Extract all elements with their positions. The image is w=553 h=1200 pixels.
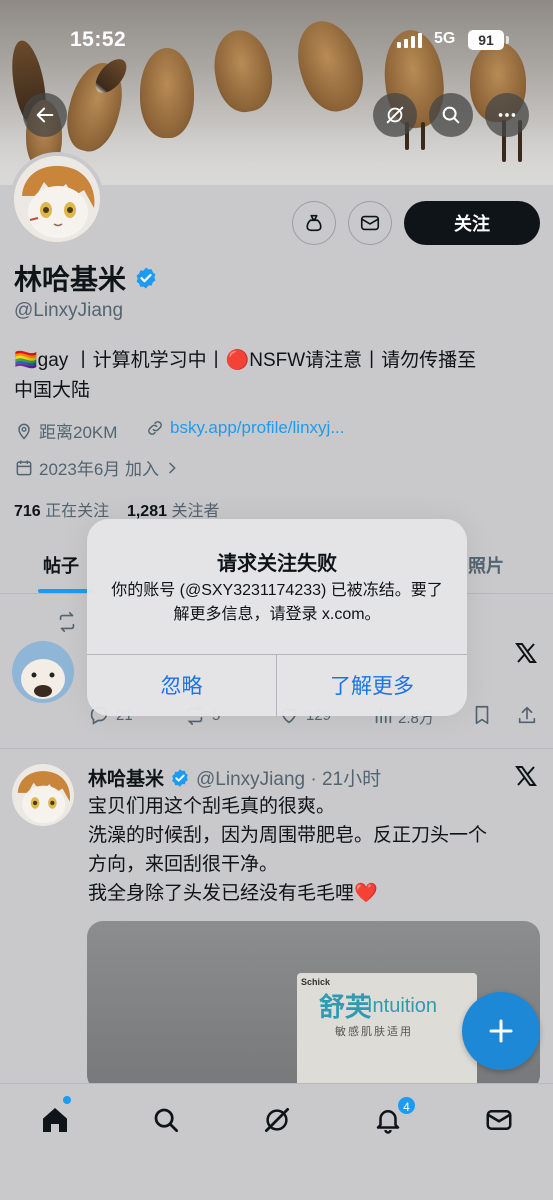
nav-grok[interactable] xyxy=(259,1102,295,1138)
follow-failed-alert: 请求关注失败 你的账号 (@SXY3231174233) 已被冻结。要了解更多信… xyxy=(87,519,467,716)
tweet-text: 宝贝们用这个刮毛真的很爽。 洗澡的时候刮，因为周围带肥皂。反正刀头一个 方向，来… xyxy=(88,792,538,908)
link-icon xyxy=(148,421,162,435)
share-icon[interactable] xyxy=(516,704,538,726)
network-type: 5G xyxy=(434,30,456,47)
search-button[interactable] xyxy=(429,93,473,137)
signal-icon xyxy=(397,32,422,48)
home-unread-dot xyxy=(63,1096,71,1104)
grok-icon xyxy=(386,106,404,124)
location: 距离20KM xyxy=(14,418,117,443)
tweet-line: 方向，来回刮很干净。 xyxy=(88,854,279,875)
more-dots-icon xyxy=(498,113,516,117)
profile-avatar[interactable] xyxy=(10,152,104,246)
tab-photos[interactable]: 照片 xyxy=(468,552,504,578)
package-brand-small: Schick xyxy=(301,977,331,987)
money-bag-icon xyxy=(306,214,322,232)
plus-icon xyxy=(489,1019,513,1043)
join-date[interactable]: 2023年6月 加入 xyxy=(14,455,180,480)
profile-bio: 🏳️‍🌈gay 丨计算机学习中丨🔴NSFW请注意丨请勿传播至 中国大陆 xyxy=(14,346,539,406)
product-package: Schick 舒芙 Intuition 敏感肌肤适用 xyxy=(297,973,477,1091)
message-button[interactable] xyxy=(348,201,392,245)
nav-home[interactable] xyxy=(37,1102,73,1138)
tweet-line: 宝贝们用这个刮毛真的很爽。 xyxy=(88,796,336,817)
tab-posts[interactable]: 帖子 xyxy=(43,552,79,578)
location-pin-icon xyxy=(18,423,30,440)
home-icon xyxy=(43,1108,67,1132)
bio-line: 🏳️‍🌈gay 丨计算机学习中丨🔴NSFW请注意丨请勿传播至 xyxy=(14,350,477,371)
calendar-icon xyxy=(16,460,32,475)
profile-handle: @LinxyJiang xyxy=(14,300,124,321)
status-bar: 15:52 5G 91 xyxy=(0,28,553,56)
active-tab-indicator xyxy=(38,589,94,593)
chevron-right-icon xyxy=(169,462,176,473)
status-time: 15:52 xyxy=(70,28,127,51)
envelope-icon xyxy=(360,215,380,231)
search-icon xyxy=(442,106,460,124)
avatar-art xyxy=(12,641,74,703)
verified-badge-icon xyxy=(172,768,188,787)
avatar-art xyxy=(14,156,100,242)
profile-name-text: 林哈基米 xyxy=(14,264,127,295)
x-logo-icon xyxy=(515,643,537,663)
bio-line: 中国大陆 xyxy=(14,380,91,401)
tweet-avatar[interactable] xyxy=(12,641,74,703)
tweet-line: 洗澡的时候刮，因为周围带肥皂。反正刀头一个 xyxy=(88,825,488,846)
package-subtitle: 敏感肌肤适用 xyxy=(335,1026,413,1038)
search-icon xyxy=(154,1108,178,1132)
envelope-icon xyxy=(486,1110,512,1130)
ignore-button[interactable]: 忽略 xyxy=(87,654,276,716)
back-button[interactable] xyxy=(23,93,67,137)
alert-message: 你的账号 (@SXY3231174233) 已被冻结。要了解更多信息，请登录 x… xyxy=(111,582,443,623)
compose-button[interactable] xyxy=(462,992,540,1070)
verified-badge-icon xyxy=(136,267,156,289)
location-text: 距离20KM xyxy=(39,423,118,442)
join-date-text: 2023年6月 加入 xyxy=(39,460,159,479)
bookmark-icon[interactable] xyxy=(471,704,493,726)
alert-title: 请求关注失败 xyxy=(217,553,337,575)
following-link[interactable]: 716 正在关注 xyxy=(14,503,109,520)
more-button[interactable] xyxy=(485,93,529,137)
arrow-left-icon xyxy=(36,107,54,123)
followers-label: 关注者 xyxy=(171,503,220,520)
following-count: 716 xyxy=(14,503,41,520)
profile-name: 林哈基米 xyxy=(14,258,158,298)
grok-button[interactable] xyxy=(373,93,417,137)
following-label: 正在关注 xyxy=(45,503,110,520)
followers-link[interactable]: 1,281 关注者 xyxy=(127,503,220,520)
tip-button[interactable] xyxy=(292,201,336,245)
follow-button[interactable]: 关注 xyxy=(404,201,540,245)
tweet-line: 我全身除了头发已经没有毛毛哩❤️ xyxy=(88,883,378,904)
website-link[interactable]: bsky.app/profile/linxyj... xyxy=(170,418,344,438)
followers-count: 1,281 xyxy=(126,503,167,520)
divider xyxy=(0,748,553,749)
nav-messages[interactable] xyxy=(481,1102,517,1138)
tweet-header: 林哈基米 @LinxyJiang · 21小时 xyxy=(88,764,381,791)
grok-icon xyxy=(265,1108,289,1132)
package-brand-cn: 舒芙 xyxy=(319,992,372,1022)
follow-stats: 716 正在关注 1,281 关注者 xyxy=(14,497,219,521)
package-brand-en: Intuition xyxy=(367,995,438,1017)
tweet-author-name[interactable]: 林哈基米 xyxy=(88,764,164,791)
website[interactable]: bsky.app/profile/linxyj... xyxy=(145,418,344,438)
nav-search[interactable] xyxy=(148,1102,184,1138)
tweet-handle-time: @LinxyJiang · 21小时 xyxy=(196,769,382,790)
avatar-art xyxy=(12,764,74,826)
learn-more-button[interactable]: 了解更多 xyxy=(277,654,467,716)
bottom-nav xyxy=(0,1083,553,1200)
battery-indicator: 91 xyxy=(468,30,509,50)
notification-badge: 4 xyxy=(396,1095,417,1116)
x-logo-icon xyxy=(515,766,537,786)
tweet-avatar[interactable] xyxy=(12,764,74,826)
repost-indicator-icon xyxy=(59,612,75,632)
